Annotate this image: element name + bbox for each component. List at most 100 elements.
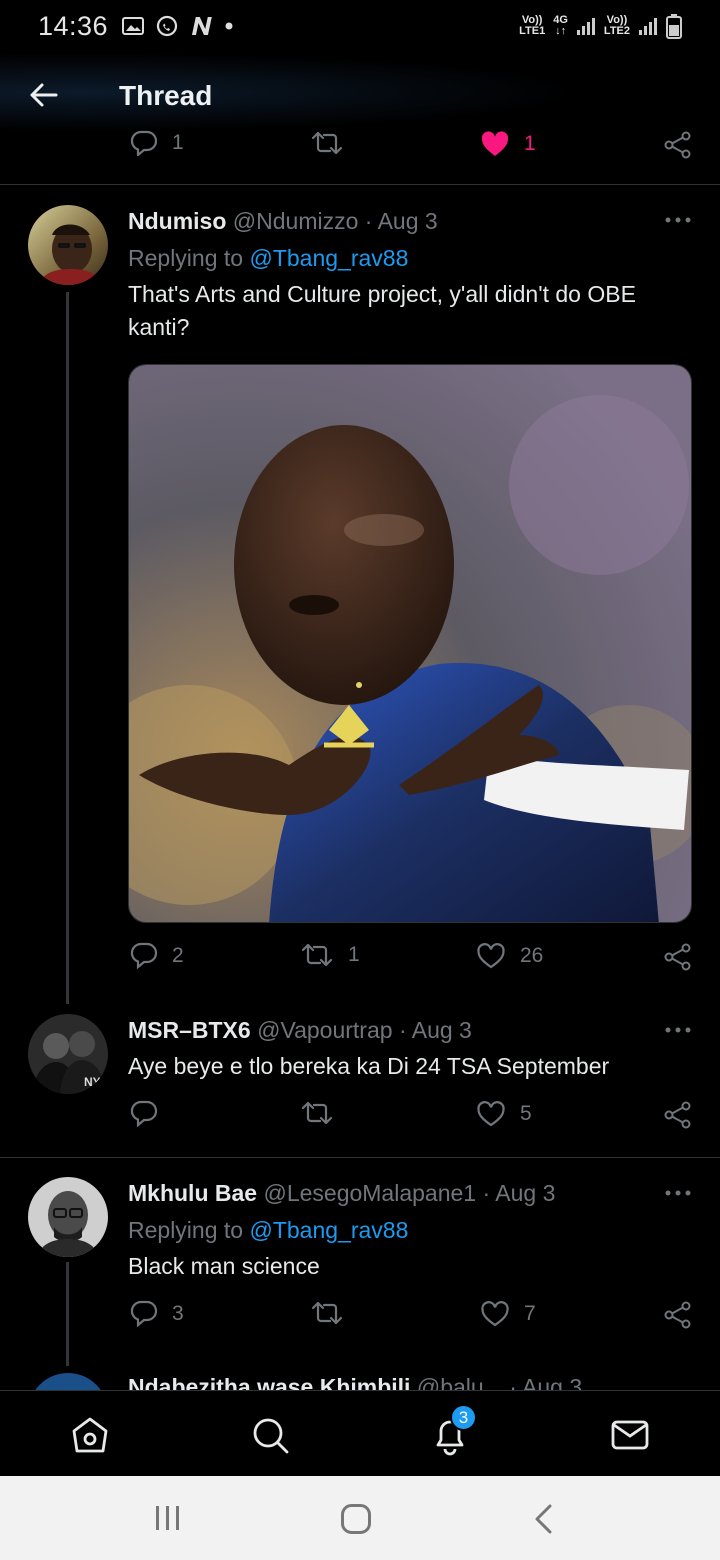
- retweet-icon: [301, 943, 333, 967]
- user-handle[interactable]: @LesegoMalapane1: [263, 1180, 476, 1206]
- battery-icon: [666, 13, 682, 39]
- retweet-button[interactable]: [310, 1300, 358, 1326]
- reply-icon: [130, 1300, 158, 1328]
- tweet-actions: 3 7: [128, 1300, 698, 1340]
- more-options-button[interactable]: [664, 1181, 692, 1205]
- reply-count: 1: [172, 131, 184, 154]
- reply-count: 2: [172, 944, 184, 967]
- more-options-button[interactable]: [664, 1018, 692, 1042]
- tweet-actions: 5: [128, 1100, 698, 1140]
- reply-icon: [130, 130, 158, 156]
- back-chevron-icon: [535, 1504, 552, 1534]
- divider: [0, 1157, 720, 1158]
- system-navigation: [0, 1476, 720, 1560]
- like-button[interactable]: 7: [480, 1300, 536, 1328]
- recents-button[interactable]: [152, 1504, 184, 1532]
- mention-link[interactable]: @Tbang_rav88: [249, 245, 408, 271]
- system-home-button[interactable]: [340, 1503, 372, 1535]
- nav-messages[interactable]: [608, 1413, 652, 1457]
- retweet-icon: [311, 131, 343, 155]
- sim1-label: LTE1: [519, 25, 546, 37]
- retweet-icon: [311, 1301, 343, 1325]
- more-dots-icon: [665, 1190, 691, 1196]
- avatar[interactable]: NY: [28, 1014, 108, 1094]
- tweet-date[interactable]: Aug 3: [495, 1180, 555, 1206]
- tweet-date[interactable]: Aug 3: [412, 1017, 472, 1043]
- netflix-icon: [190, 16, 212, 36]
- reply-button[interactable]: 3: [130, 1300, 184, 1328]
- system-back-button[interactable]: [530, 1503, 558, 1535]
- share-button[interactable]: [663, 1100, 693, 1130]
- sim1-indicator: Vo)) LTE1: [519, 15, 545, 37]
- back-button[interactable]: [26, 78, 60, 112]
- previous-tweet-actions: 1 1: [128, 130, 698, 170]
- reply-count: 3: [172, 1302, 184, 1325]
- tweet-date[interactable]: Aug 3: [378, 208, 438, 234]
- nav-home[interactable]: [68, 1413, 112, 1457]
- user-handle[interactable]: @Ndumizzo: [233, 208, 359, 234]
- like-button[interactable]: 5: [476, 1100, 532, 1128]
- heart-icon: [477, 943, 505, 969]
- reply-icon: [130, 1100, 158, 1128]
- heart-filled-icon: [481, 131, 509, 156]
- like-button[interactable]: 26: [476, 942, 543, 970]
- replying-to: Replying to @Tbang_rav88: [128, 245, 408, 272]
- reply-button[interactable]: 2: [130, 942, 184, 970]
- status-bar: 14:36 Vo)) LTE1 4G ↓↑ Vo)) LTE2: [0, 0, 720, 52]
- thread-connector: [66, 292, 69, 1004]
- reply-button[interactable]: 1: [130, 130, 184, 156]
- like-button[interactable]: 1: [480, 130, 536, 158]
- like-count: 1: [524, 132, 536, 155]
- page-title: Thread: [119, 80, 213, 111]
- avatar[interactable]: [28, 205, 108, 285]
- reply-button[interactable]: [130, 1100, 172, 1128]
- recents-icon: [156, 1506, 179, 1530]
- tweet-header: Ndumiso @Ndumizzo · Aug 3: [128, 208, 438, 235]
- bottom-navigation: [0, 1390, 720, 1476]
- sim1-network: 4G ↓↑: [553, 15, 568, 37]
- replying-to: Replying to @Tbang_rav88: [128, 1217, 408, 1244]
- divider: [0, 184, 720, 185]
- thread-header: Thread: [0, 52, 720, 142]
- user-handle[interactable]: @Vapourtrap: [257, 1017, 392, 1043]
- retweet-icon: [301, 1101, 333, 1125]
- tweet-text: That's Arts and Culture project, y'all d…: [128, 281, 636, 340]
- retweet-button[interactable]: 1: [300, 942, 360, 968]
- replying-label: Replying to: [128, 245, 250, 271]
- display-name[interactable]: MSR–BTX6: [128, 1017, 251, 1043]
- home-icon: [72, 1417, 108, 1453]
- like-count: 5: [520, 1102, 532, 1125]
- retweet-count: 1: [348, 943, 360, 966]
- mention-link[interactable]: @Tbang_rav88: [249, 1217, 408, 1243]
- tweet-media-image[interactable]: [128, 364, 692, 923]
- heart-icon: [481, 1301, 509, 1327]
- tweet-text: Black man science: [128, 1253, 320, 1279]
- signal-icon: [576, 16, 596, 36]
- more-dots-icon: [665, 1027, 691, 1033]
- thread-connector: [66, 1262, 69, 1366]
- more-options-button[interactable]: [664, 208, 692, 232]
- tweet-header: Mkhulu Bae @LesegoMalapane1 · Aug 3: [128, 1180, 555, 1207]
- retweet-button[interactable]: [300, 1100, 348, 1126]
- nav-search[interactable]: [248, 1413, 292, 1457]
- like-count: 26: [520, 944, 544, 967]
- arrow-left-icon: [30, 83, 58, 107]
- share-button[interactable]: [663, 942, 693, 972]
- display-name[interactable]: Ndumiso: [128, 208, 226, 234]
- avatar[interactable]: [28, 1177, 108, 1257]
- home-circle-icon: [341, 1504, 371, 1534]
- share-button[interactable]: [663, 1300, 693, 1330]
- sim2-label: LTE2: [603, 25, 630, 37]
- sim2-indicator: Vo)) LTE2: [604, 15, 630, 37]
- data-arrows-icon: ↓↑: [555, 25, 567, 37]
- tweet-header: MSR–BTX6 @Vapourtrap · Aug 3: [128, 1017, 472, 1044]
- share-icon: [664, 1101, 691, 1129]
- share-icon: [664, 1301, 691, 1329]
- share-icon: [664, 943, 691, 971]
- separator-dot: ·: [364, 208, 373, 234]
- svg-text:NY: NY: [84, 1075, 101, 1089]
- share-icon: [664, 131, 691, 159]
- share-button[interactable]: [663, 130, 693, 160]
- retweet-button[interactable]: [310, 130, 344, 156]
- display-name[interactable]: Mkhulu Bae: [128, 1180, 257, 1206]
